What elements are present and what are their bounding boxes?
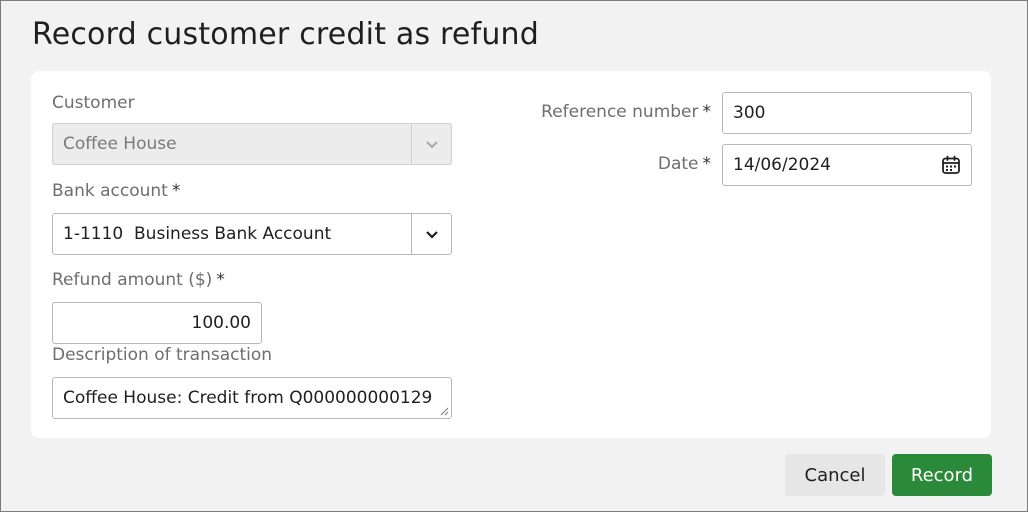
- bank-account-label: Bank account *: [52, 181, 180, 201]
- refund-dialog: Record customer credit as refund Custome…: [0, 0, 1028, 512]
- calendar-icon[interactable]: [941, 155, 961, 175]
- date-input[interactable]: 14/06/2024: [722, 144, 972, 186]
- dialog-title: Record customer credit as refund: [32, 17, 540, 52]
- reference-number-label: Reference number *: [541, 102, 711, 122]
- customer-label: Customer: [52, 93, 135, 113]
- customer-value: Coffee House: [63, 134, 177, 154]
- refund-amount-label: Refund amount ($) *: [52, 270, 225, 290]
- description-label: Description of transaction: [52, 345, 272, 365]
- required-mark: *: [702, 102, 712, 122]
- chevron-down-icon: [425, 141, 438, 149]
- bank-account-value: 1-1110 Business Bank Account: [63, 224, 332, 244]
- reference-number-label-text: Reference number: [541, 102, 699, 122]
- bank-account-select[interactable]: 1-1110 Business Bank Account: [52, 213, 452, 255]
- description-textarea[interactable]: Coffee House: Credit from Q000000000129: [52, 377, 452, 419]
- resize-grip-icon[interactable]: [440, 407, 449, 416]
- description-value: Coffee House: Credit from Q000000000129: [63, 388, 433, 408]
- refund-amount-value: 100.00: [191, 313, 251, 333]
- refund-amount-input[interactable]: 100.00: [52, 302, 262, 344]
- reference-number-value: 300: [733, 103, 766, 123]
- required-mark: *: [702, 154, 712, 174]
- description-label-text: Description of transaction: [52, 345, 273, 365]
- customer-label-text: Customer: [52, 93, 135, 113]
- chevron-down-icon: [425, 231, 438, 239]
- bank-account-dropdown-button[interactable]: [411, 214, 451, 254]
- date-value: 14/06/2024: [733, 155, 831, 175]
- reference-number-input[interactable]: 300: [722, 92, 972, 134]
- refund-amount-label-text: Refund amount ($): [52, 270, 213, 290]
- date-label: Date *: [658, 154, 711, 174]
- required-mark: *: [216, 270, 225, 290]
- customer-select[interactable]: Coffee House: [52, 123, 452, 165]
- bank-account-label-text: Bank account: [52, 181, 168, 201]
- customer-dropdown-button[interactable]: [411, 124, 451, 164]
- record-button[interactable]: Record: [892, 454, 992, 496]
- form-card: Customer Coffee House Bank account * 1-11…: [31, 71, 991, 438]
- cancel-button[interactable]: Cancel: [785, 454, 885, 496]
- date-label-text: Date: [657, 154, 699, 174]
- required-mark: *: [171, 181, 181, 201]
